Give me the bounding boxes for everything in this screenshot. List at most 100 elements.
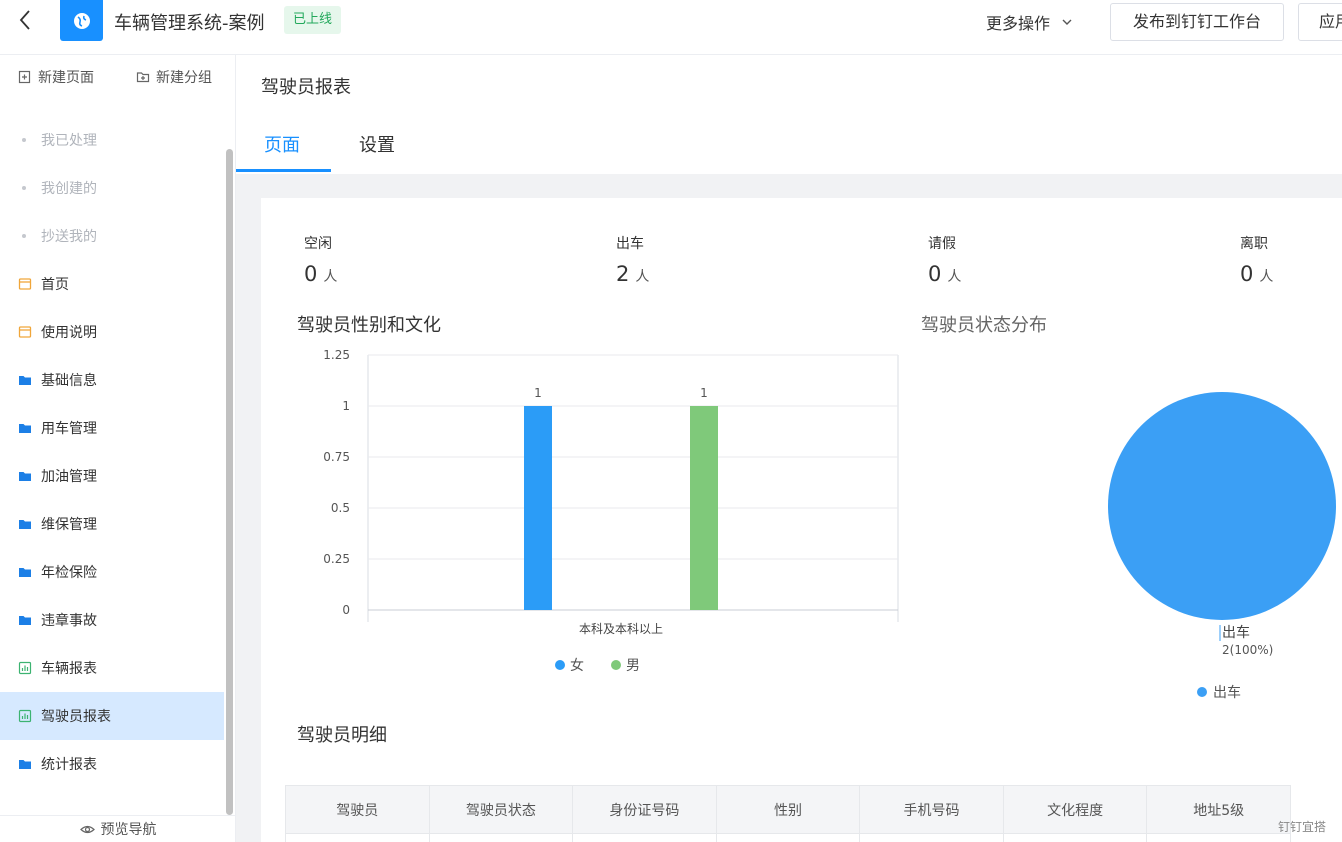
legend-marker: [555, 660, 565, 670]
sidebar-item-label: 年检保险: [41, 565, 97, 581]
publish-to-dingtalk-button[interactable]: 发布到钉钉工作台: [1110, 3, 1284, 41]
report-icon: [18, 709, 32, 723]
new-page-button[interactable]: 新建页面: [18, 67, 94, 87]
eye-icon: [79, 825, 95, 833]
detail-table: 驾驶员 驾驶员状态 身份证号码 性别 手机号码 文化程度 地址5级: [285, 785, 1291, 842]
sidebar-item[interactable]: 违章事故: [0, 596, 224, 644]
stat-number: 0: [1240, 262, 1254, 286]
sidebar-item[interactable]: 加油管理: [0, 452, 224, 500]
sidebar-item[interactable]: 用车管理: [0, 404, 224, 452]
table-header-cell[interactable]: 身份证号码: [572, 785, 717, 834]
table-cell: [1002, 833, 1148, 842]
sidebar-item-label: 我创建的: [41, 181, 97, 197]
pie-slice-value-label: 2(100%): [1222, 643, 1273, 657]
stat-unit: 人: [947, 269, 962, 285]
sidebar-item[interactable]: 维保管理: [0, 500, 224, 548]
sidebar-item[interactable]: 使用说明: [0, 308, 224, 356]
y-tick-label: 0.25: [323, 552, 350, 566]
stat-label: 离职: [1240, 236, 1268, 252]
report-card: 空闲 0人 出车 2人 请假 0人 离职 0人 驾驶员性别和文化 驾驶员状态分布…: [261, 198, 1342, 842]
sidebar-scrollbar[interactable]: [226, 149, 233, 815]
sidebar-item-label: 加油管理: [41, 469, 97, 485]
table-header-cell[interactable]: 驾驶员: [285, 785, 430, 834]
bullet-icon: [22, 234, 26, 238]
page-header: 驾驶员报表 页面 设置: [236, 55, 1342, 174]
table-header-cell[interactable]: 文化程度: [1002, 785, 1148, 834]
x-category-label: 本科及本科以上: [579, 622, 663, 636]
table-header-cell[interactable]: 驾驶员状态: [428, 785, 574, 834]
driver-detail-table: 驾驶员 驾驶员状态 身份证号码 性别 手机号码 文化程度 地址5级: [285, 785, 1291, 842]
table-header-cell[interactable]: 地址5级: [1146, 785, 1291, 834]
legend-label: 男: [626, 658, 640, 674]
sidebar-item-label: 抄送我的: [41, 229, 97, 245]
sidebar-item-label: 使用说明: [41, 325, 97, 341]
bar-female: [524, 406, 552, 610]
sidebar-item[interactable]: 我已处理: [0, 116, 224, 164]
stat-value: 0人: [928, 262, 961, 286]
tab-settings[interactable]: 设置: [359, 131, 395, 157]
legend-marker: [611, 660, 621, 670]
sidebar-item[interactable]: 抄送我的: [0, 212, 224, 260]
back-icon[interactable]: [14, 8, 38, 32]
folder-icon: [18, 373, 32, 387]
legend-label: 出车: [1213, 684, 1241, 701]
pie-chart-title: 驾驶员状态分布: [921, 315, 1047, 336]
driver-status-pie-chart: 出车 2(100%) 出车: [1096, 378, 1342, 708]
stat-resigned: 离职 0人: [1240, 233, 1273, 286]
table-header-cell[interactable]: 手机号码: [859, 785, 1004, 834]
pie-slice: [1108, 392, 1336, 620]
report-icon: [18, 661, 32, 675]
table-cell: [285, 833, 430, 842]
sidebar-item[interactable]: 年检保险: [0, 548, 224, 596]
new-folder-icon: [136, 72, 150, 83]
chevron-down-icon: [1062, 19, 1072, 25]
legend-marker: [1197, 687, 1207, 697]
table-row[interactable]: [285, 833, 1291, 842]
stat-number: 0: [304, 262, 318, 286]
sidebar-item[interactable]: 车辆报表: [0, 644, 224, 692]
more-operations-menu[interactable]: 更多操作: [986, 10, 1074, 34]
y-tick-label: 0: [342, 603, 350, 617]
sidebar-item[interactable]: 基础信息: [0, 356, 224, 404]
stat-value: 2人: [616, 262, 649, 286]
sidebar-item-label: 违章事故: [41, 613, 97, 629]
sidebar-item-label: 统计报表: [41, 757, 97, 773]
table-cell: [715, 833, 861, 842]
folder-icon: [18, 421, 32, 435]
new-group-label: 新建分组: [156, 70, 212, 86]
sidebar-item[interactable]: 我创建的: [0, 164, 224, 212]
table-cell: [572, 833, 717, 842]
sidebar-item-label: 维保管理: [41, 517, 97, 533]
stat-label: 出车: [616, 236, 644, 252]
stat-number: 2: [616, 262, 630, 286]
tab-page[interactable]: 页面: [264, 131, 300, 157]
preview-navigation-button[interactable]: 预览导航: [0, 815, 236, 842]
sidebar-item[interactable]: 统计报表: [0, 740, 224, 788]
sidebar-item-label: 首页: [41, 277, 69, 293]
stat-on-duty: 出车 2人: [616, 233, 649, 286]
more-operations-label: 更多操作: [986, 14, 1051, 33]
stat-unit: 人: [323, 269, 338, 285]
stat-label: 请假: [928, 236, 956, 252]
bar-male: [690, 406, 718, 610]
bullet-icon: [22, 138, 26, 142]
y-tick-label: 0.75: [323, 450, 350, 464]
bullet-icon: [22, 186, 26, 190]
sidebar: 新建页面 新建分组 我已处理我创建的抄送我的首页使用说明基础信息 用车管理加油管理…: [0, 55, 236, 842]
main-content: 驾驶员报表 页面 设置 空闲 0人 出车 2人 请假 0人 离职 0人 驾驶员性…: [236, 55, 1342, 842]
sidebar-item[interactable]: 驾驶员报表: [0, 692, 224, 740]
table-cell: [1146, 833, 1291, 842]
pie-chart-svg: 出车 2(100%) 出车: [1108, 392, 1336, 701]
y-tick-label: 1.25: [323, 348, 350, 362]
stat-idle: 空闲 0人: [304, 233, 337, 286]
app-button[interactable]: 应用: [1298, 3, 1342, 41]
table-header-cell[interactable]: 性别: [715, 785, 861, 834]
new-group-button[interactable]: 新建分组: [136, 67, 212, 87]
sidebar-item-label: 驾驶员报表: [41, 709, 111, 725]
new-page-icon: [18, 70, 31, 84]
new-page-label: 新建页面: [38, 70, 94, 86]
status-badge: 已上线: [284, 6, 342, 34]
bar-chart-title: 驾驶员性别和文化: [297, 315, 441, 336]
sidebar-item[interactable]: 首页: [0, 260, 224, 308]
page-title: 驾驶员报表: [261, 77, 351, 98]
